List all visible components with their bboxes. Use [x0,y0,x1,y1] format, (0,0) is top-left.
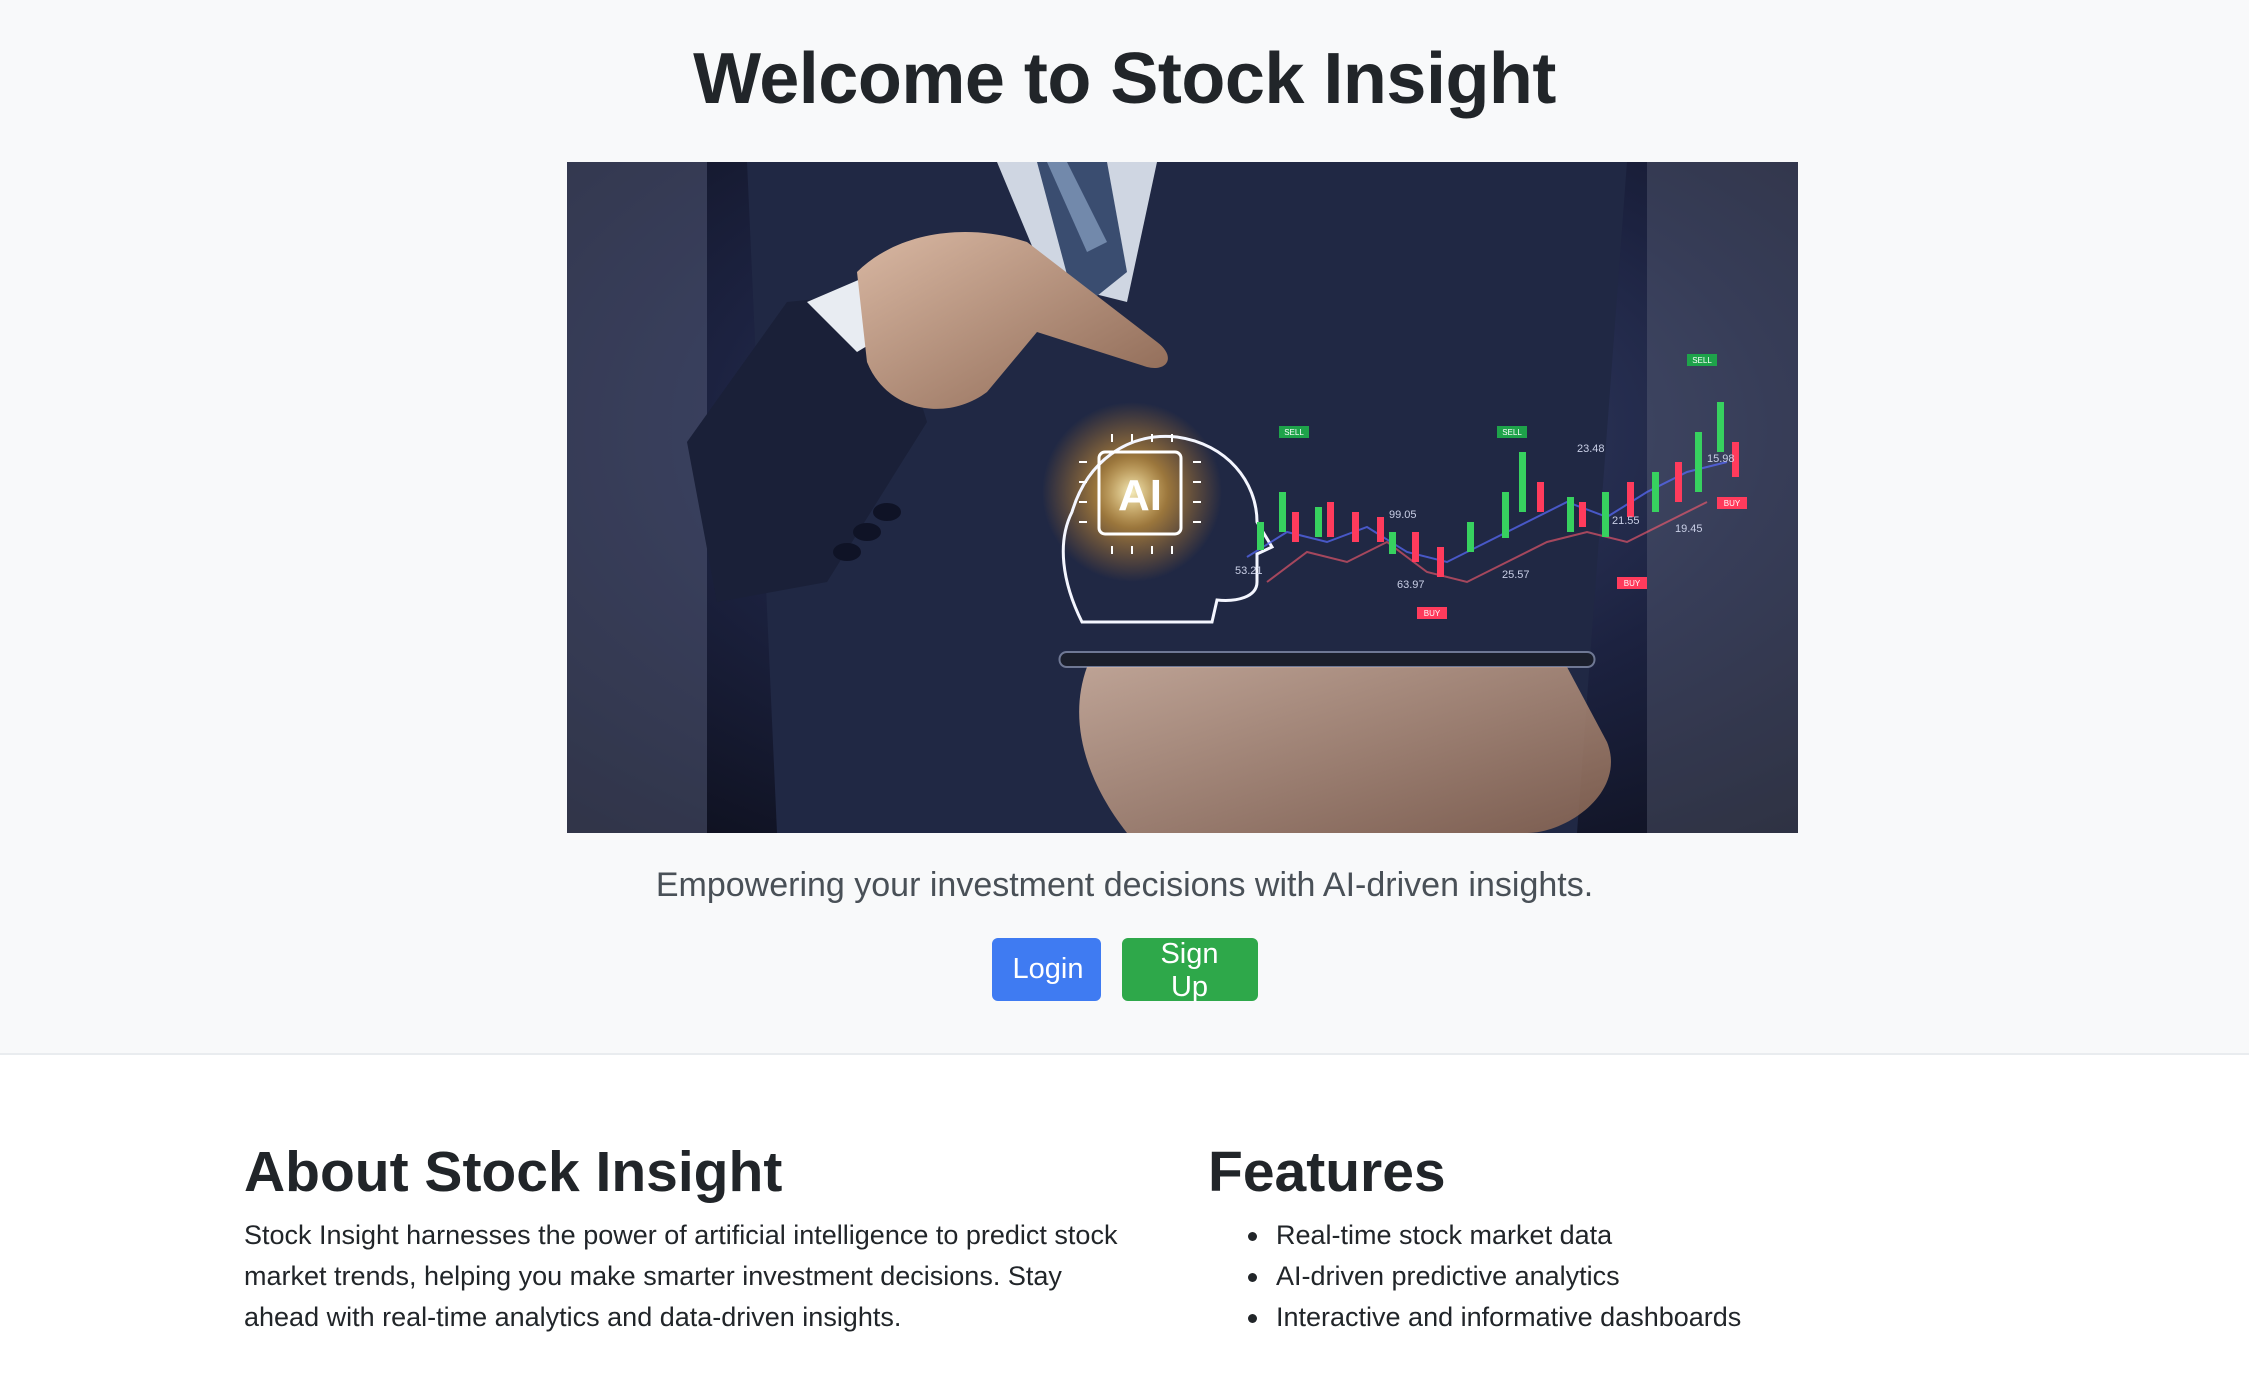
hero-section: Welcome to Stock Insight AI SELL SELL SE… [0,0,2249,1055]
hero-tagline: Empowering your investment decisions wit… [655,866,1594,904]
about-column: About Stock Insight Stock Insight harnes… [244,1139,1144,1338]
svg-text:99.05: 99.05 [1389,509,1417,521]
login-button[interactable]: Login [991,938,1101,1001]
hero-image: AI SELL SELL SELL BUY BUY BUY 53.21 99.0… [567,162,1798,833]
svg-text:25.57: 25.57 [1502,569,1530,581]
svg-text:19.45: 19.45 [1675,523,1703,535]
page-title: Welcome to Stock Insight [693,39,1556,119]
svg-text:15.98: 15.98 [1707,453,1735,465]
info-section: About Stock Insight Stock Insight harnes… [0,1055,2249,1388]
hero-actions: Login Sign Up [0,938,2249,1003]
svg-text:SELL: SELL [1284,428,1304,437]
svg-text:SELL: SELL [1502,428,1522,437]
feature-item: AI-driven predictive analytics [1208,1256,2008,1297]
svg-text:SELL: SELL [1692,356,1712,365]
features-column: Features Real-time stock market data AI-… [1208,1139,2008,1338]
svg-text:21.55: 21.55 [1612,515,1640,527]
about-heading: About Stock Insight [244,1140,783,1204]
svg-text:BUY: BUY [1624,579,1641,588]
svg-text:BUY: BUY [1724,499,1741,508]
svg-text:23.48: 23.48 [1577,443,1605,455]
svg-text:53.21: 53.21 [1235,565,1263,577]
about-body: Stock Insight harnesses the power of art… [244,1220,1118,1332]
features-heading: Features [1208,1140,1446,1204]
svg-text:BUY: BUY [1424,609,1441,618]
ai-badge: AI [1118,471,1162,520]
feature-item: Interactive and informative dashboards [1208,1297,2008,1338]
feature-item: Real-time stock market data [1208,1215,2008,1256]
svg-text:63.97: 63.97 [1397,579,1425,591]
sign-up-button[interactable]: Sign Up [1121,938,1258,1003]
features-list: Real-time stock market data AI-driven pr… [1208,1215,2008,1338]
